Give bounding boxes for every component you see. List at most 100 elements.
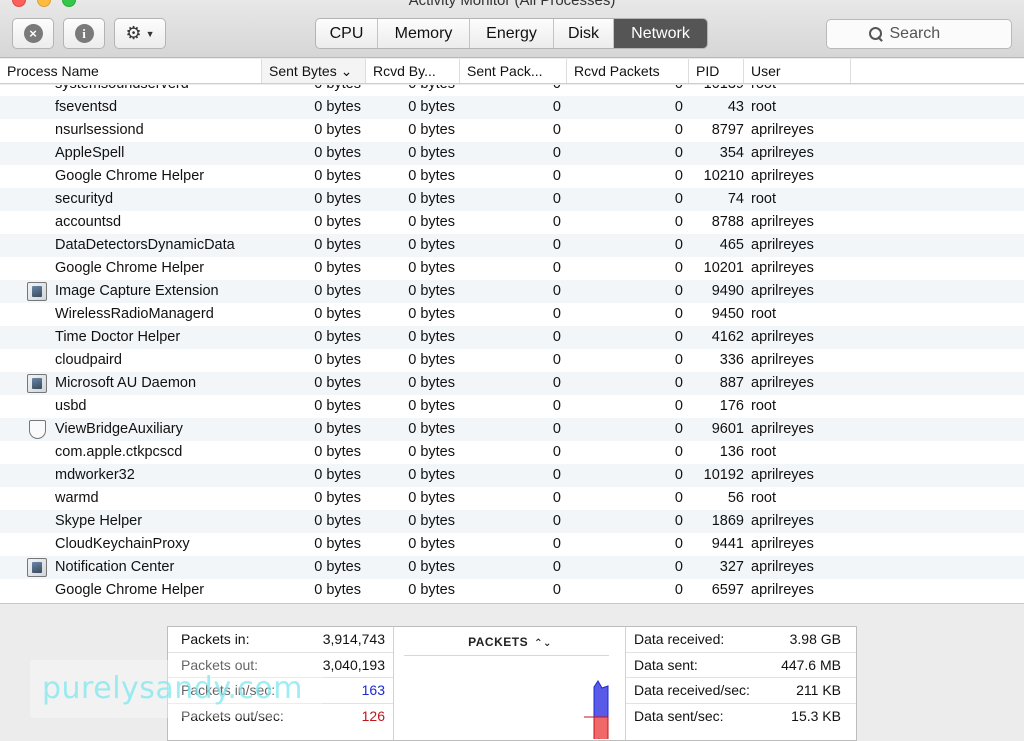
cell-rcvd-packets-text: 0	[674, 490, 683, 506]
cell-user: aprilreyes	[744, 211, 851, 234]
table-row[interactable]: systemsoundserverd 0 bytes 0 bytes 0 0 10139 r…	[0, 85, 1024, 96]
cell-pid-text: 8788	[711, 214, 744, 230]
cell-rcvd-bytes-text: 0 bytes	[408, 168, 455, 184]
cell-sent-packets: 0	[460, 234, 567, 257]
table-row[interactable]: Google Chrome Helper 0 bytes 0 bytes 0 0 1020…	[0, 257, 1024, 280]
table-row[interactable]: cloudpaird 0 bytes 0 bytes 0 0 336 aprilreyes	[0, 349, 1024, 372]
cell-sent-packets-text: 0	[552, 329, 561, 345]
column-rcvd-bytes[interactable]: Rcvd By...	[366, 59, 460, 83]
tab-disk[interactable]: Disk	[554, 19, 614, 48]
cell-sent-packets-text: 0	[552, 559, 561, 575]
cell-sent-packets: 0	[460, 349, 567, 372]
cell-user-text: aprilreyes	[751, 168, 814, 184]
cell-sent-bytes: 0 bytes	[262, 395, 366, 418]
cell-user: aprilreyes	[744, 464, 851, 487]
tab-memory[interactable]: Memory	[378, 19, 470, 48]
cell-rcvd-packets-text: 0	[674, 260, 683, 276]
cell-rcvd-packets-text: 0	[674, 168, 683, 184]
cell-rcvd-bytes: 0 bytes	[366, 579, 460, 602]
cell-user-text: aprilreyes	[751, 375, 814, 391]
search-field[interactable]	[826, 19, 1012, 49]
cell-user: root	[744, 395, 851, 418]
cell-pid: 354	[689, 142, 744, 165]
cell-rcvd-packets: 0	[567, 372, 689, 395]
table-row[interactable]: Google Chrome Helper 0 bytes 0 bytes 0 0 1021…	[0, 165, 1024, 188]
search-input[interactable]	[889, 25, 970, 43]
cell-process-name-text: mdworker32	[55, 467, 135, 483]
column-rcvd-packets[interactable]: Rcvd Packets	[567, 59, 689, 83]
table-row[interactable]: Notification Center 0 bytes 0 bytes 0 0 327 ap…	[0, 556, 1024, 579]
cell-pid: 9490	[689, 280, 744, 303]
cell-pid: 8797	[689, 119, 744, 142]
table-row[interactable]: Microsoft AU Daemon 0 bytes 0 bytes 0 0 887 ap…	[0, 372, 1024, 395]
cell-sent-packets-text: 0	[552, 214, 561, 230]
table-row[interactable]: accountsd 0 bytes 0 bytes 0 0 8788 aprilreyes	[0, 211, 1024, 234]
column-sent-bytes[interactable]: Sent Bytes ⌄	[262, 59, 366, 83]
cell-rcvd-packets-text: 0	[674, 214, 683, 230]
cell-rcvd-bytes-text: 0 bytes	[408, 306, 455, 322]
inspect-process-button[interactable]: i	[63, 18, 105, 49]
graph-selector[interactable]: PACKETS ⌃⌄	[394, 635, 626, 649]
table-row[interactable]: securityd 0 bytes 0 bytes 0 0 74 root	[0, 188, 1024, 211]
table-row[interactable]: WirelessRadioManagerd 0 bytes 0 bytes 0 0 945…	[0, 303, 1024, 326]
table-row[interactable]: nsurlsessiond 0 bytes 0 bytes 0 0 8797 aprilre…	[0, 119, 1024, 142]
cell-pid-text: 10139	[704, 85, 744, 92]
cell-pid: 10201	[689, 257, 744, 280]
cell-process-name-text: DataDetectorsDynamicData	[55, 237, 235, 253]
cell-process-name: ViewBridgeAuxiliary	[0, 418, 262, 441]
table-row[interactable]: Time Doctor Helper 0 bytes 0 bytes 0 0 4162 ap…	[0, 326, 1024, 349]
process-table[interactable]: systemsoundserverd 0 bytes 0 bytes 0 0 10139 r…	[0, 85, 1024, 603]
stat-data-received-sec: Data received/sec: 211 KB	[626, 678, 856, 704]
cell-sent-bytes-text: 0 bytes	[314, 191, 361, 207]
table-row[interactable]: com.apple.ctkpcscd 0 bytes 0 bytes 0 0 136 roo…	[0, 441, 1024, 464]
table-row[interactable]: Image Capture Extension 0 bytes 0 bytes 0 0 9…	[0, 280, 1024, 303]
cell-sent-bytes-text: 0 bytes	[314, 237, 361, 253]
tab-energy[interactable]: Energy	[470, 19, 554, 48]
cell-sent-bytes: 0 bytes	[262, 85, 366, 96]
cell-user-text: aprilreyes	[751, 421, 814, 437]
table-header: Process Name Sent Bytes ⌄ Rcvd By... Sen…	[0, 59, 1024, 84]
column-pid[interactable]: PID	[689, 59, 744, 83]
table-row[interactable]: DataDetectorsDynamicData 0 bytes 0 bytes 0 0…	[0, 234, 1024, 257]
table-row[interactable]: usbd 0 bytes 0 bytes 0 0 176 root	[0, 395, 1024, 418]
table-row[interactable]: AppleSpell 0 bytes 0 bytes 0 0 354 aprilreyes	[0, 142, 1024, 165]
action-menu-button[interactable]: ⚙ ▼	[114, 18, 166, 49]
table-row[interactable]: warmd 0 bytes 0 bytes 0 0 56 root	[0, 487, 1024, 510]
table-row[interactable]: ViewBridgeAuxiliary 0 bytes 0 bytes 0 0 9601 a…	[0, 418, 1024, 441]
cell-rcvd-bytes-text: 0 bytes	[408, 191, 455, 207]
cell-sent-packets: 0	[460, 441, 567, 464]
gear-icon: ⚙	[125, 23, 142, 43]
graph-title: PACKETS	[468, 635, 529, 649]
column-sent-packets[interactable]: Sent Pack...	[460, 59, 567, 83]
table-row[interactable]: CloudKeychainProxy 0 bytes 0 bytes 0 0 9441 ap…	[0, 533, 1024, 556]
cell-rcvd-packets-text: 0	[675, 85, 683, 92]
stat-value: 447.6 MB	[781, 656, 841, 673]
cell-sent-packets: 0	[460, 280, 567, 303]
quit-process-button[interactable]: ×	[12, 18, 54, 49]
cell-rcvd-bytes-text: 0 bytes	[408, 444, 455, 460]
cell-pid: 4162	[689, 326, 744, 349]
cell-rcvd-packets-text: 0	[674, 283, 683, 299]
cell-sent-packets: 0	[460, 510, 567, 533]
cell-process-name-text: ViewBridgeAuxiliary	[55, 421, 183, 437]
cell-user-text: aprilreyes	[751, 237, 814, 253]
cell-rcvd-packets-text: 0	[674, 145, 683, 161]
cell-rcvd-packets: 0	[567, 303, 689, 326]
table-row[interactable]: fseventsd 0 bytes 0 bytes 0 0 43 root	[0, 96, 1024, 119]
tab-cpu[interactable]: CPU	[316, 19, 378, 48]
cell-pid-text: 9490	[711, 283, 744, 299]
cell-user-text: aprilreyes	[751, 145, 814, 161]
tab-network[interactable]: Network	[614, 19, 707, 48]
cell-sent-bytes: 0 bytes	[262, 556, 366, 579]
column-process-name[interactable]: Process Name	[0, 59, 262, 83]
cell-rcvd-packets: 0	[567, 395, 689, 418]
cell-sent-bytes: 0 bytes	[262, 441, 366, 464]
tab-bar: CPU Memory Energy Disk Network	[315, 18, 708, 49]
cell-rcvd-bytes-text: 0 bytes	[408, 237, 455, 253]
cell-sent-bytes-text: 0 bytes	[314, 145, 361, 161]
column-user[interactable]: User	[744, 59, 851, 83]
table-row[interactable]: Skype Helper 0 bytes 0 bytes 0 0 1869 aprilrey…	[0, 510, 1024, 533]
table-row[interactable]: mdworker32 0 bytes 0 bytes 0 0 10192 aprilreye…	[0, 464, 1024, 487]
table-row[interactable]: Google Chrome Helper 0 bytes 0 bytes 0 0 6597…	[0, 579, 1024, 602]
cell-sent-bytes-text: 0 bytes	[314, 329, 361, 345]
